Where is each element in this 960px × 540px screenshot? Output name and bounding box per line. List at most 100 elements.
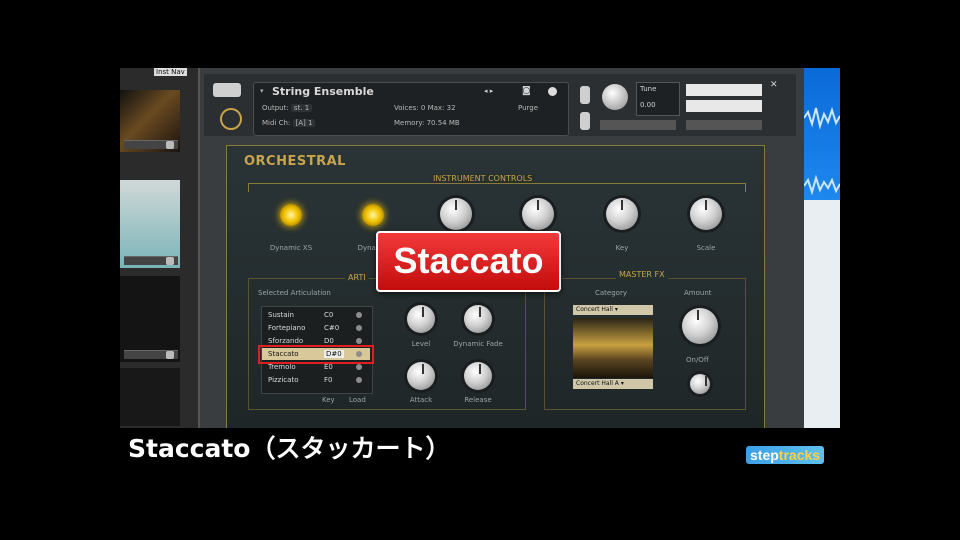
wrench-icon[interactable] bbox=[220, 108, 242, 130]
articulation-name: Fortepiano bbox=[268, 324, 306, 332]
instrument-header: ▾ String Ensemble ◂ ▸ ◙ Output: st. 1 Mi… bbox=[253, 82, 569, 136]
track-thumb-1[interactable] bbox=[120, 90, 180, 152]
master-fx-title: MASTER FX bbox=[616, 270, 668, 279]
panel-title: ORCHESTRAL bbox=[244, 154, 346, 169]
camera-icon[interactable]: ◙ bbox=[522, 86, 531, 96]
max-label: Max: bbox=[427, 104, 445, 112]
logo-part-b: tracks bbox=[778, 447, 821, 463]
selection-highlight bbox=[258, 345, 374, 364]
info-icon[interactable] bbox=[548, 87, 557, 96]
onoff-label: On/Off bbox=[686, 356, 709, 364]
purge-button[interactable]: Purge bbox=[518, 104, 538, 112]
instrument-controls-title: INSTRUMENT CONTROLS bbox=[430, 174, 536, 183]
articulation-key: C0 bbox=[324, 311, 334, 319]
selected-articulation-label: Selected Articulation bbox=[258, 289, 331, 297]
articulation-badge: Staccato bbox=[376, 231, 561, 292]
tune-knob[interactable] bbox=[602, 84, 628, 110]
level-meter-l bbox=[686, 84, 762, 96]
onoff-knob[interactable] bbox=[690, 374, 710, 394]
load-led[interactable] bbox=[356, 338, 362, 344]
midi-label: Midi Ch: bbox=[262, 119, 291, 127]
tune-label: Tune bbox=[640, 85, 657, 93]
mute-button[interactable] bbox=[580, 112, 590, 130]
category-label: Category bbox=[595, 289, 627, 297]
articulation-name: Pizzicato bbox=[268, 376, 299, 384]
voices-value: 0 bbox=[420, 104, 426, 112]
category-dropdown[interactable]: Concert Hall ▾ bbox=[573, 305, 653, 315]
tune-value[interactable]: 0.00 bbox=[640, 101, 656, 109]
memory-row: Memory: 70.54 MB bbox=[394, 119, 460, 127]
instrument-logo-icon[interactable] bbox=[213, 83, 241, 97]
output-row: Output: st. 1 bbox=[262, 104, 313, 112]
preset-value: Concert Hall A bbox=[576, 380, 619, 387]
output-select[interactable]: st. 1 bbox=[290, 104, 313, 112]
list-footer-load: Load bbox=[349, 396, 366, 404]
dynamic-xs-led[interactable] bbox=[280, 204, 302, 226]
track-thumb-2[interactable] bbox=[120, 180, 180, 268]
control-knob-4[interactable] bbox=[522, 198, 554, 230]
steptracks-logo: steptracks bbox=[746, 446, 825, 464]
key-knob[interactable] bbox=[606, 198, 638, 230]
load-led[interactable] bbox=[356, 364, 362, 370]
midi-row: Midi Ch: [A] 1 bbox=[262, 119, 316, 127]
close-icon[interactable]: ✕ bbox=[770, 80, 778, 90]
articulation-row-sustain[interactable]: Sustain C0 bbox=[262, 309, 370, 321]
release-knob[interactable] bbox=[464, 362, 492, 390]
dynamic-fade-label: Dynamic Fade bbox=[453, 340, 503, 348]
dynamic-fade-knob[interactable] bbox=[464, 305, 492, 333]
control-label-5: Key bbox=[615, 244, 629, 252]
control-label-1: Dynamic XS bbox=[269, 244, 313, 252]
release-label: Release bbox=[464, 396, 492, 404]
articulation-key: D0 bbox=[324, 337, 334, 345]
level-knob[interactable] bbox=[407, 305, 435, 333]
instrument-controls-frame bbox=[248, 183, 746, 192]
output-label: Output: bbox=[262, 104, 289, 112]
concert-hall-image bbox=[573, 318, 653, 378]
articulation-key: F0 bbox=[324, 376, 333, 384]
articulation-row-fortepiano[interactable]: Fortepiano C#0 bbox=[262, 322, 370, 334]
articulation-row-pizzicato[interactable]: Pizzicato F0 bbox=[262, 374, 370, 386]
voices-row: Voices: 0 Max: 32 bbox=[394, 104, 456, 112]
voices-label: Voices: bbox=[394, 104, 419, 112]
audio-waveform[interactable] bbox=[803, 68, 841, 200]
control-knob-3[interactable] bbox=[440, 198, 472, 230]
amount-label: Amount bbox=[684, 289, 712, 297]
logo-part-a: step bbox=[750, 447, 779, 463]
dynamic-led[interactable] bbox=[362, 204, 384, 226]
track-thumb-3[interactable] bbox=[120, 276, 180, 362]
host-track-strip: Inst Nav bbox=[120, 68, 198, 428]
prev-next-icon[interactable]: ◂ ▸ bbox=[484, 87, 493, 95]
articulation-section-title: ARTI bbox=[345, 273, 369, 282]
instrument-name[interactable]: String Ensemble bbox=[272, 85, 374, 98]
articulation-name: Sforzando bbox=[268, 337, 304, 345]
attack-knob[interactable] bbox=[407, 362, 435, 390]
waveform-graphic bbox=[803, 106, 841, 196]
level-meter-r bbox=[686, 100, 762, 112]
load-led[interactable] bbox=[356, 312, 362, 318]
caption-text: Staccato（スタッカート） bbox=[120, 428, 478, 470]
articulation-name: Tremolo bbox=[268, 363, 296, 371]
memory-value: 70.54 MB bbox=[426, 119, 460, 127]
load-led[interactable] bbox=[356, 377, 362, 383]
memory-label: Memory: bbox=[394, 119, 425, 127]
load-led[interactable] bbox=[356, 325, 362, 331]
articulation-key: E0 bbox=[324, 363, 333, 371]
midi-select[interactable]: [A] 1 bbox=[292, 119, 316, 127]
scale-knob[interactable] bbox=[690, 198, 722, 230]
tune-display: Tune 0.00 bbox=[636, 82, 680, 116]
amount-knob[interactable] bbox=[682, 308, 718, 344]
inst-nav-button[interactable]: Inst Nav bbox=[154, 68, 187, 76]
category-value: Concert Hall bbox=[576, 306, 613, 313]
track-thumb-4[interactable] bbox=[120, 368, 180, 426]
articulation-key: C#0 bbox=[324, 324, 340, 332]
solo-button[interactable] bbox=[580, 86, 590, 104]
max-value[interactable]: 32 bbox=[447, 104, 456, 112]
preset-dropdown[interactable]: Concert Hall A ▾ bbox=[573, 379, 653, 389]
collapse-arrow-icon[interactable]: ▾ bbox=[260, 87, 264, 95]
pan-slider[interactable] bbox=[600, 120, 676, 130]
letterbox-right bbox=[840, 0, 960, 540]
articulation-name: Sustain bbox=[268, 311, 294, 319]
volume-slider[interactable] bbox=[686, 120, 762, 130]
list-footer-key: Key bbox=[322, 396, 335, 404]
letterbox-left bbox=[0, 0, 120, 540]
